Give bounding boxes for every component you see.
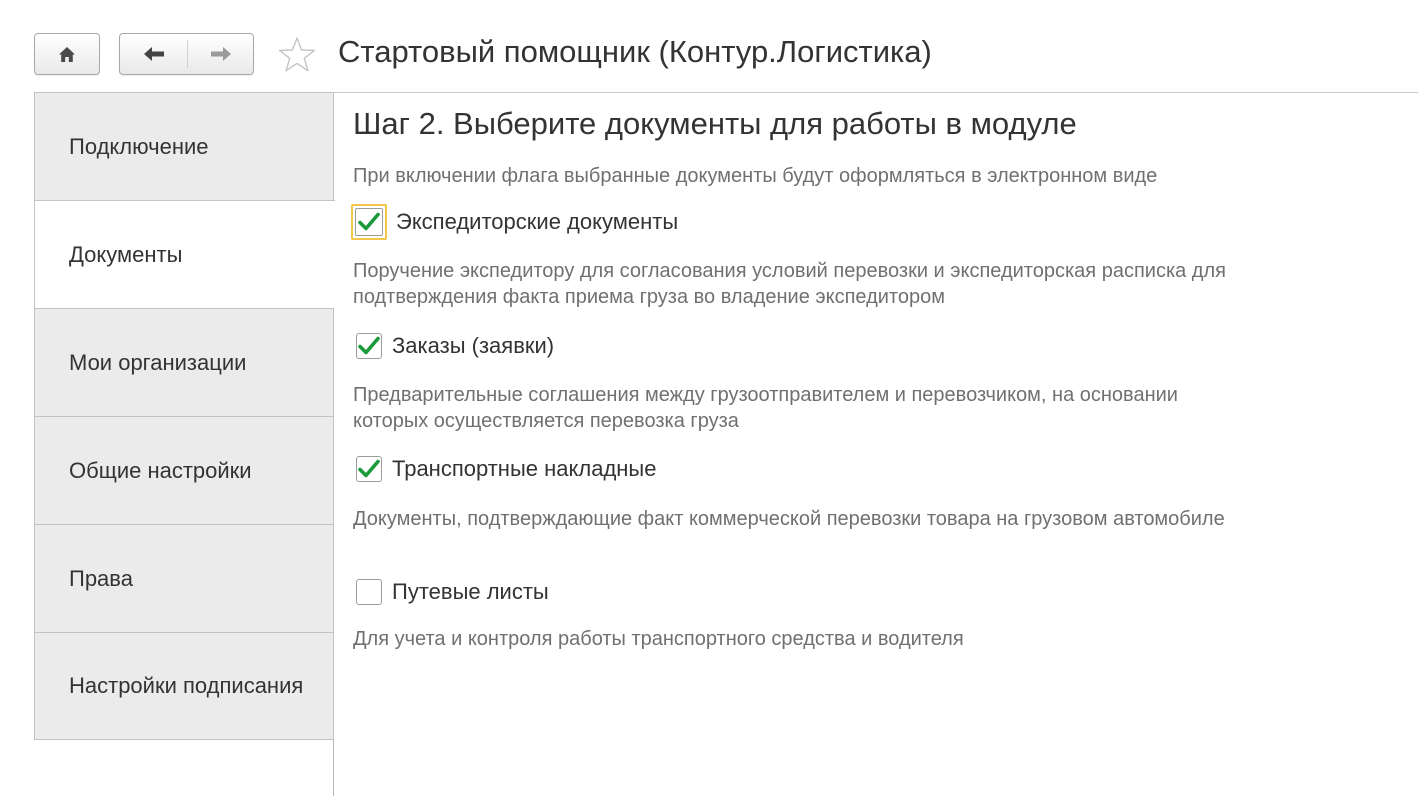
check-mark-icon (358, 336, 380, 355)
forward-button[interactable] (188, 34, 254, 74)
navigation-buttons (119, 33, 254, 75)
option-label: Путевые листы (392, 579, 549, 604)
header: Стартовый помощник (Контур.Логистика) (0, 0, 1418, 92)
tab-prava[interactable]: Права (34, 524, 334, 632)
tab-label: Настройки подписания (69, 673, 304, 698)
tab-label: Документы (69, 241, 183, 267)
option-description: Поручение экспедитору для согласования у… (353, 260, 1226, 308)
checkbox[interactable] (356, 333, 382, 359)
option-label: Транспортные накладные (392, 456, 657, 481)
arrow-right-icon (211, 47, 231, 61)
option-ekspeditorskie-dokumenty[interactable]: Экспедиторские документы (351, 204, 679, 240)
check-mark-icon (358, 212, 380, 231)
option-putevye-listy[interactable]: Путевые листы (351, 575, 549, 609)
tab-obshchie-nastroyki[interactable]: Общие настройки (34, 416, 334, 524)
option-zakazy[interactable]: Заказы (заявки) (351, 329, 554, 363)
home-icon (35, 34, 99, 74)
tab-dokumenty[interactable]: Документы (34, 200, 335, 308)
checkbox[interactable] (356, 456, 382, 482)
tab-label: Права (69, 565, 133, 591)
tab-label: Мои организации (69, 349, 247, 375)
option-description: Для учета и контроля работы транспортног… (353, 628, 964, 650)
start-assistant-window: Стартовый помощник (Контур.Логистика) По… (0, 0, 1418, 796)
star-icon (278, 37, 316, 72)
option-description: Предварительные соглашения между грузоот… (353, 384, 1178, 432)
favorite-button[interactable] (274, 33, 320, 77)
tab-label: Общие настройки (69, 457, 252, 483)
checkbox-box (355, 208, 383, 236)
tab-podklyuchenie[interactable]: Подключение (34, 92, 334, 200)
back-button[interactable] (120, 34, 187, 74)
tab-nastroyki-podpisaniya[interactable]: Настройки подписания (34, 632, 334, 740)
option-label: Экспедиторские документы (396, 209, 679, 234)
content-top-border (333, 92, 1418, 93)
tab-moi-organizatsii[interactable]: Мои организации (34, 308, 334, 416)
home-button[interactable] (34, 33, 100, 75)
check-mark-icon (358, 459, 380, 478)
step-subtitle: При включении флага выбранные документы … (353, 165, 1158, 187)
arrow-left-icon (143, 47, 164, 61)
step-title: Шаг 2. Выберите документы для работы в м… (353, 106, 1077, 141)
option-description: Документы, подтверждающие факт коммерчес… (353, 508, 1225, 530)
option-transportnye-nakladnye[interactable]: Транспортные накладные (351, 452, 656, 486)
option-label: Заказы (заявки) (392, 333, 555, 358)
checkbox[interactable] (356, 579, 382, 605)
checkbox[interactable] (351, 204, 387, 240)
tab-label: Подключение (69, 133, 209, 159)
page-title: Стартовый помощник (Контур.Логистика) (338, 34, 932, 69)
